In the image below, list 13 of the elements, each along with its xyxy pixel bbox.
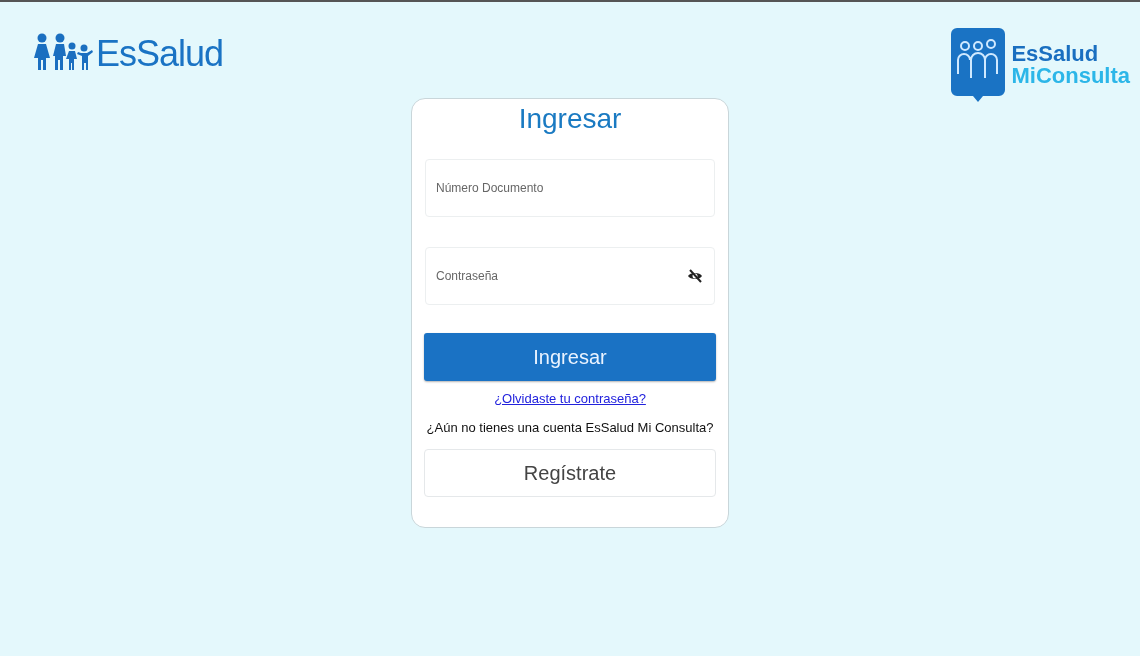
document-field[interactable]: Número Documento [425, 159, 715, 217]
eye-slash-icon[interactable] [687, 268, 703, 284]
logo-text: MiConsulta [1011, 65, 1130, 87]
register-button[interactable]: Regístrate [424, 449, 716, 497]
forgot-password-link[interactable]: ¿Olvidaste tu contraseña? [494, 391, 646, 406]
logo-text: EsSalud [1011, 43, 1100, 65]
people-chat-icon [951, 28, 1006, 102]
logo-text: EsSalud [96, 36, 224, 72]
card-title: Ingresar [518, 103, 622, 135]
family-logo-icon [32, 32, 94, 72]
password-field[interactable]: Contraseña [425, 247, 715, 305]
signup-prompt: ¿Aún no tienes una cuenta EsSalud Mi Consulta? [426, 420, 714, 435]
login-button[interactable]: Ingresar [424, 333, 716, 381]
